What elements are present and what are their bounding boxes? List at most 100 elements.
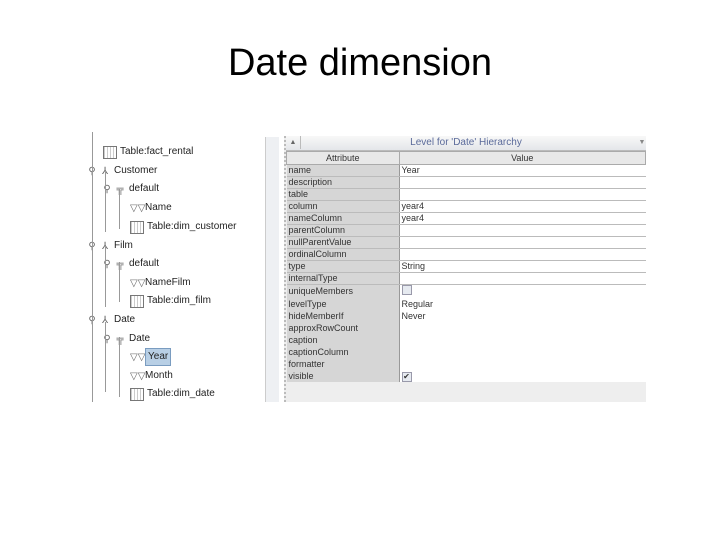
panel-title: Level for 'Date' Hierarchy [410,137,522,148]
tree-node[interactable]: ⚲ ╦ Date [103,331,150,347]
tree-node-label: Table:dim_customer [147,221,237,232]
attribute-name: formatter [286,358,400,370]
attribute-value[interactable]: Year [399,164,646,177]
attribute-name: nullParentValue [286,236,400,249]
slide-title: Date dimension [227,42,493,84]
attribute-name: visible [286,370,400,382]
tree-node[interactable]: Table:dim_film [130,293,211,309]
attribute-name: levelType [286,298,400,310]
table-icon [130,294,144,308]
attribute-value[interactable]: ✔ [399,370,646,382]
attribute-row[interactable]: name Year [286,164,646,177]
tree-node[interactable]: ▽▽ Month [130,368,173,384]
tree-node[interactable]: ⚲⅄Film [88,238,133,254]
scroll-down-icon[interactable]: ▼ [638,136,646,150]
attribute-name: approxRowCount [286,322,400,334]
tree-scrollbar[interactable] [265,137,279,402]
level-icon: ▽▽ [130,202,146,214]
table-icon [130,220,144,234]
checkbox[interactable] [401,285,412,295]
attribute-row[interactable]: hideMemberIf Never [286,310,646,322]
schema-tree[interactable]: Table:fact_rental⚲⅄Customer⚲╦default▽▽Na… [88,132,265,402]
tree-node-label: default [129,258,160,269]
attribute-row[interactable]: column year4 [286,200,646,213]
attribute-name: ordinalColumn [286,248,400,261]
tree-node-label: Year [145,348,172,366]
tree-node-label: Customer [114,165,158,176]
attribute-name: parentColumn [286,224,400,237]
attribute-value[interactable] [399,322,646,334]
attribute-row[interactable]: type String [286,260,646,273]
tree-node[interactable]: ⚲ ╦ default [103,256,159,272]
attribute-value[interactable]: String [399,260,646,273]
attribute-name: type [286,260,400,273]
attribute-row[interactable]: ordinalColumn [286,248,646,261]
attribute-row[interactable]: visible ✔ [286,370,646,382]
attribute-row[interactable]: uniqueMembers [286,284,646,298]
hierarchy-icon: ╦ [116,183,124,195]
tree-line [105,322,106,392]
tree-node[interactable]: ▽▽ Name [130,200,172,216]
attribute-row[interactable]: levelType Regular [286,298,646,310]
level-icon: ▽▽ [130,277,146,289]
attribute-value[interactable] [399,358,646,370]
attribute-value[interactable]: Regular [399,298,646,310]
tree-node[interactable]: ⚲⅄Customer [88,163,157,179]
tree-node[interactable]: ▽▽ Year [130,348,172,366]
tree-node-label: Date [129,333,151,344]
attribute-row[interactable]: nullParentValue [286,236,646,249]
tree-line [105,247,106,307]
tree-node[interactable]: ▽▽ NameFilm [130,275,191,291]
tree-node-label: Date [114,314,136,325]
tree-node[interactable]: ⚲⅄Date [88,312,135,328]
level-icon: ▽▽ [130,351,146,363]
attribute-value[interactable] [399,272,646,285]
tree-node-label: NameFilm [145,277,191,288]
tree-node[interactable]: Table:fact_rental [103,144,193,160]
attribute-name: internalType [286,272,400,285]
column-header-value[interactable]: Value [398,151,646,165]
tree-line [92,132,93,402]
attribute-value[interactable] [399,236,646,249]
tree-node[interactable]: ⚲ ╦ default [103,181,159,197]
tree-node-label: Table:dim_film [147,295,211,306]
attribute-value[interactable] [399,224,646,237]
attribute-row[interactable]: table [286,188,646,201]
attribute-value[interactable]: year4 [399,200,646,213]
tree-node-label: Table:dim_date [147,388,215,399]
tree-node[interactable]: Table:dim_date [130,386,215,402]
attribute-row[interactable]: parentColumn [286,224,646,237]
attribute-name: uniqueMembers [286,284,400,298]
checkbox[interactable]: ✔ [401,371,412,382]
attribute-row[interactable]: internalType [286,272,646,285]
attribute-row[interactable]: caption [286,334,646,346]
attribute-row[interactable]: formatter [286,358,646,370]
attribute-value[interactable] [399,248,646,261]
tree-line [119,337,120,397]
table-icon [103,145,117,159]
scroll-up-icon[interactable]: ▲ [286,136,301,149]
hierarchy-icon: ╦ [116,333,124,345]
attribute-row[interactable]: approxRowCount [286,322,646,334]
tree-node[interactable]: Table:dim_customer [130,219,236,235]
tree-line [119,262,120,302]
column-header-attribute[interactable]: Attribute [286,151,400,165]
attribute-value[interactable] [399,346,646,358]
tree-line [105,172,106,232]
tree-node-label: default [129,183,160,194]
hierarchy-icon: ╦ [116,258,124,270]
attribute-name: name [286,164,400,177]
attribute-row[interactable]: description [286,176,646,189]
attribute-value[interactable] [399,284,646,298]
attribute-value[interactable] [399,334,646,346]
attribute-value[interactable] [399,176,646,189]
tree-node-label: Table:fact_rental [120,146,194,157]
attribute-name: column [286,200,400,213]
level-properties-panel: ▲ Level for 'Date' Hierarchy ▼ Attribute… [284,136,646,402]
attribute-value[interactable] [399,188,646,201]
level-icon: ▽▽ [130,370,146,382]
attribute-value[interactable]: Never [399,310,646,322]
attribute-row[interactable]: nameColumn year4 [286,212,646,225]
attribute-row[interactable]: captionColumn [286,346,646,358]
attribute-value[interactable]: year4 [399,212,646,225]
